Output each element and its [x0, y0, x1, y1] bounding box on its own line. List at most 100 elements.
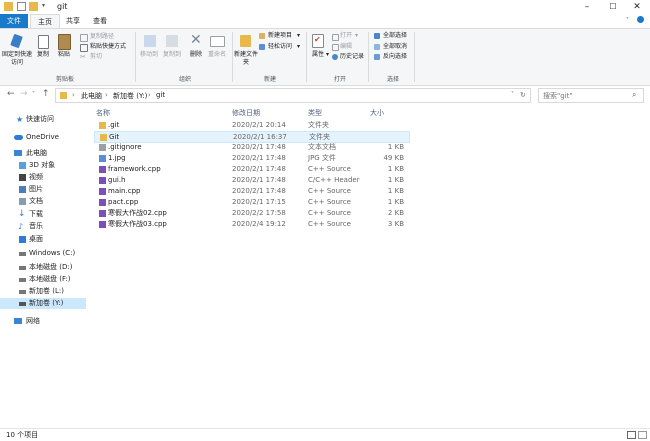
computer-icon [14, 150, 22, 156]
paste-button[interactable]: 粘贴 [54, 51, 74, 59]
table-row[interactable]: 1.jpg 2020/2/1 17:48 JPG 文件 49 KB [94, 153, 408, 164]
drive-icon [19, 302, 26, 306]
easy-access-button[interactable]: 轻松访问 [268, 43, 292, 51]
sidebar-item-label: 视频 [29, 173, 43, 181]
file-date: 2020/2/1 17:48 [232, 154, 286, 162]
minimize-button[interactable]: – [574, 0, 600, 14]
close-button[interactable]: ✕ [624, 0, 650, 14]
checkmark-icon: ✔ [314, 35, 321, 44]
tab-file[interactable]: 文件 [0, 14, 28, 28]
folder-icon [100, 134, 107, 141]
open-button[interactable]: 打开 [340, 32, 352, 40]
file-name: framework.cpp [108, 165, 161, 173]
sidebar-item-network[interactable]: 网络 [0, 316, 86, 327]
sidebar-item-3d-objects[interactable]: 3D 对象 [0, 160, 86, 171]
sidebar-item-drive-c[interactable]: Windows (C:) [0, 248, 86, 259]
header-file-icon [99, 177, 106, 184]
delete-button[interactable]: 删除 [186, 51, 206, 59]
paste-shortcut-icon [80, 44, 88, 52]
group-divider [232, 32, 233, 82]
sidebar-item-downloads[interactable]: ↓ 下载 [0, 209, 86, 220]
table-row[interactable]: .gitignore 2020/2/1 17:48 文本文档 1 KB [94, 142, 408, 153]
select-all-button[interactable]: 全部选择 [383, 32, 407, 40]
table-row[interactable]: .git 2020/2/1 20:14 文件夹 [94, 120, 408, 131]
history-button[interactable]: 历史记录 [340, 53, 364, 61]
breadcrumb-this-pc[interactable]: 此电脑 [81, 91, 102, 101]
collapse-ribbon-icon[interactable]: ˅ [626, 17, 629, 24]
rename-button[interactable]: 重命名 [206, 51, 228, 59]
sidebar-item-drive-y[interactable]: 新加卷 (Y:) [0, 298, 86, 309]
cut-button[interactable]: 剪切 [90, 53, 102, 61]
help-icon[interactable] [637, 16, 644, 23]
breadcrumb-volume-y[interactable]: 新加卷 (Y:) [113, 91, 147, 101]
cpp-file-icon [99, 210, 106, 217]
group-divider [368, 32, 369, 82]
sidebar-item-music[interactable]: ♪ 音乐 [0, 221, 86, 232]
window-title: git [57, 2, 68, 11]
refresh-icon[interactable]: ↻ [520, 91, 526, 99]
sidebar-item-documents[interactable]: 文档 [0, 196, 86, 207]
file-size: 49 KB [383, 154, 404, 162]
sidebar-item-onedrive[interactable]: OneDrive [0, 132, 86, 143]
tab-share[interactable]: 共享 [59, 14, 87, 28]
sidebar-item-drive-d[interactable]: 本地磁盘 (D:) [0, 262, 86, 273]
sidebar-item-drive-f[interactable]: 本地磁盘 (F:) [0, 274, 86, 285]
easy-access-dropdown-icon[interactable]: ▾ [297, 43, 300, 51]
column-header-size[interactable]: 大小 [370, 108, 384, 118]
pin-quick-access-button[interactable]: 固定到快速访问 [2, 51, 32, 67]
column-header-type[interactable]: 类型 [308, 108, 322, 118]
search-input[interactable]: 搜索"git" [543, 91, 573, 101]
sidebar-item-drive-l[interactable]: 新加卷 (L:) [0, 286, 86, 297]
properties-dropdown-icon[interactable]: ▾ [326, 51, 329, 59]
maximize-button[interactable]: ☐ [600, 0, 626, 14]
address-bar[interactable]: › 此电脑 › 新加卷 (Y:) › git ˅ ↻ [55, 88, 531, 103]
sidebar-item-label: 新加卷 (Y:) [29, 299, 64, 307]
invert-selection-button[interactable]: 反向选择 [383, 53, 407, 61]
table-row[interactable]: gui.h 2020/2/1 17:48 C/C++ Header 1 KB [94, 175, 408, 186]
forward-arrow-icon[interactable]: → [20, 89, 28, 99]
new-item-button[interactable]: 新建项目 [268, 32, 292, 40]
column-header-date[interactable]: 修改日期 [232, 108, 260, 118]
tab-view[interactable]: 查看 [86, 14, 114, 28]
open-dropdown-icon[interactable]: ▾ [355, 32, 358, 40]
recent-locations-icon[interactable]: ˅ [32, 91, 35, 98]
new-item-dropdown-icon[interactable]: ▾ [297, 32, 300, 40]
sidebar-item-pictures[interactable]: 图片 [0, 184, 86, 195]
column-header-name[interactable]: 名称 [96, 108, 110, 118]
copy-path-button[interactable]: 复制路径 [90, 33, 114, 41]
file-type: C++ Source [308, 198, 351, 206]
table-row[interactable]: 寒假大作战02.cpp 2020/2/2 17:58 C++ Source 2 KB [94, 208, 408, 219]
details-view-icon[interactable] [627, 431, 636, 439]
file-name: pact.cpp [108, 198, 139, 206]
back-arrow-icon[interactable]: ← [7, 89, 15, 99]
properties-quick-icon[interactable] [17, 2, 26, 11]
new-folder-button[interactable]: 新建文件夹 [234, 51, 258, 67]
up-arrow-icon[interactable]: ↑ [42, 89, 50, 99]
copy-button[interactable]: 复制 [34, 51, 52, 59]
customize-quick-access-icon[interactable]: ▾ [42, 2, 51, 11]
sidebar-item-desktop[interactable]: 桌面 [0, 234, 86, 245]
copy-to-button[interactable]: 复制到 [160, 51, 184, 59]
file-date: 2020/2/1 17:48 [232, 165, 286, 173]
properties-button[interactable]: 属性 [308, 51, 328, 59]
select-none-button[interactable]: 全部取消 [383, 43, 407, 51]
table-row[interactable]: 寒假大作战03.cpp 2020/2/4 19:12 C++ Source 3 KB [94, 219, 408, 230]
address-dropdown-icon[interactable]: ˅ [511, 91, 514, 98]
new-group-label: 新建 [263, 76, 276, 83]
sidebar-item-label: 此电脑 [26, 149, 47, 157]
sidebar-item-this-pc[interactable]: 此电脑 [0, 148, 86, 159]
table-row[interactable]: pact.cpp 2020/2/1 17:15 C++ Source 1 KB [94, 197, 408, 208]
sidebar-item-quick-access[interactable]: ★ 快速访问 [0, 114, 86, 125]
tab-home[interactable]: 主页 [30, 14, 60, 28]
search-icon[interactable]: ⌕ [632, 90, 636, 100]
table-row[interactable]: framework.cpp 2020/2/1 17:48 C++ Source 1 K… [94, 164, 408, 175]
large-icons-view-icon[interactable] [638, 431, 647, 439]
table-row[interactable]: main.cpp 2020/2/1 17:48 C++ Source 1 KB [94, 186, 408, 197]
sidebar-item-videos[interactable]: 视频 [0, 172, 86, 183]
move-to-button[interactable]: 移动到 [137, 51, 161, 59]
paste-shortcut-button[interactable]: 粘贴快捷方式 [90, 43, 126, 51]
search-box[interactable]: 搜索"git" ⌕ [538, 88, 644, 103]
edit-button[interactable]: 编辑 [340, 43, 352, 51]
new-folder-quick-icon[interactable] [29, 2, 38, 11]
breadcrumb-git[interactable]: git [156, 91, 165, 99]
